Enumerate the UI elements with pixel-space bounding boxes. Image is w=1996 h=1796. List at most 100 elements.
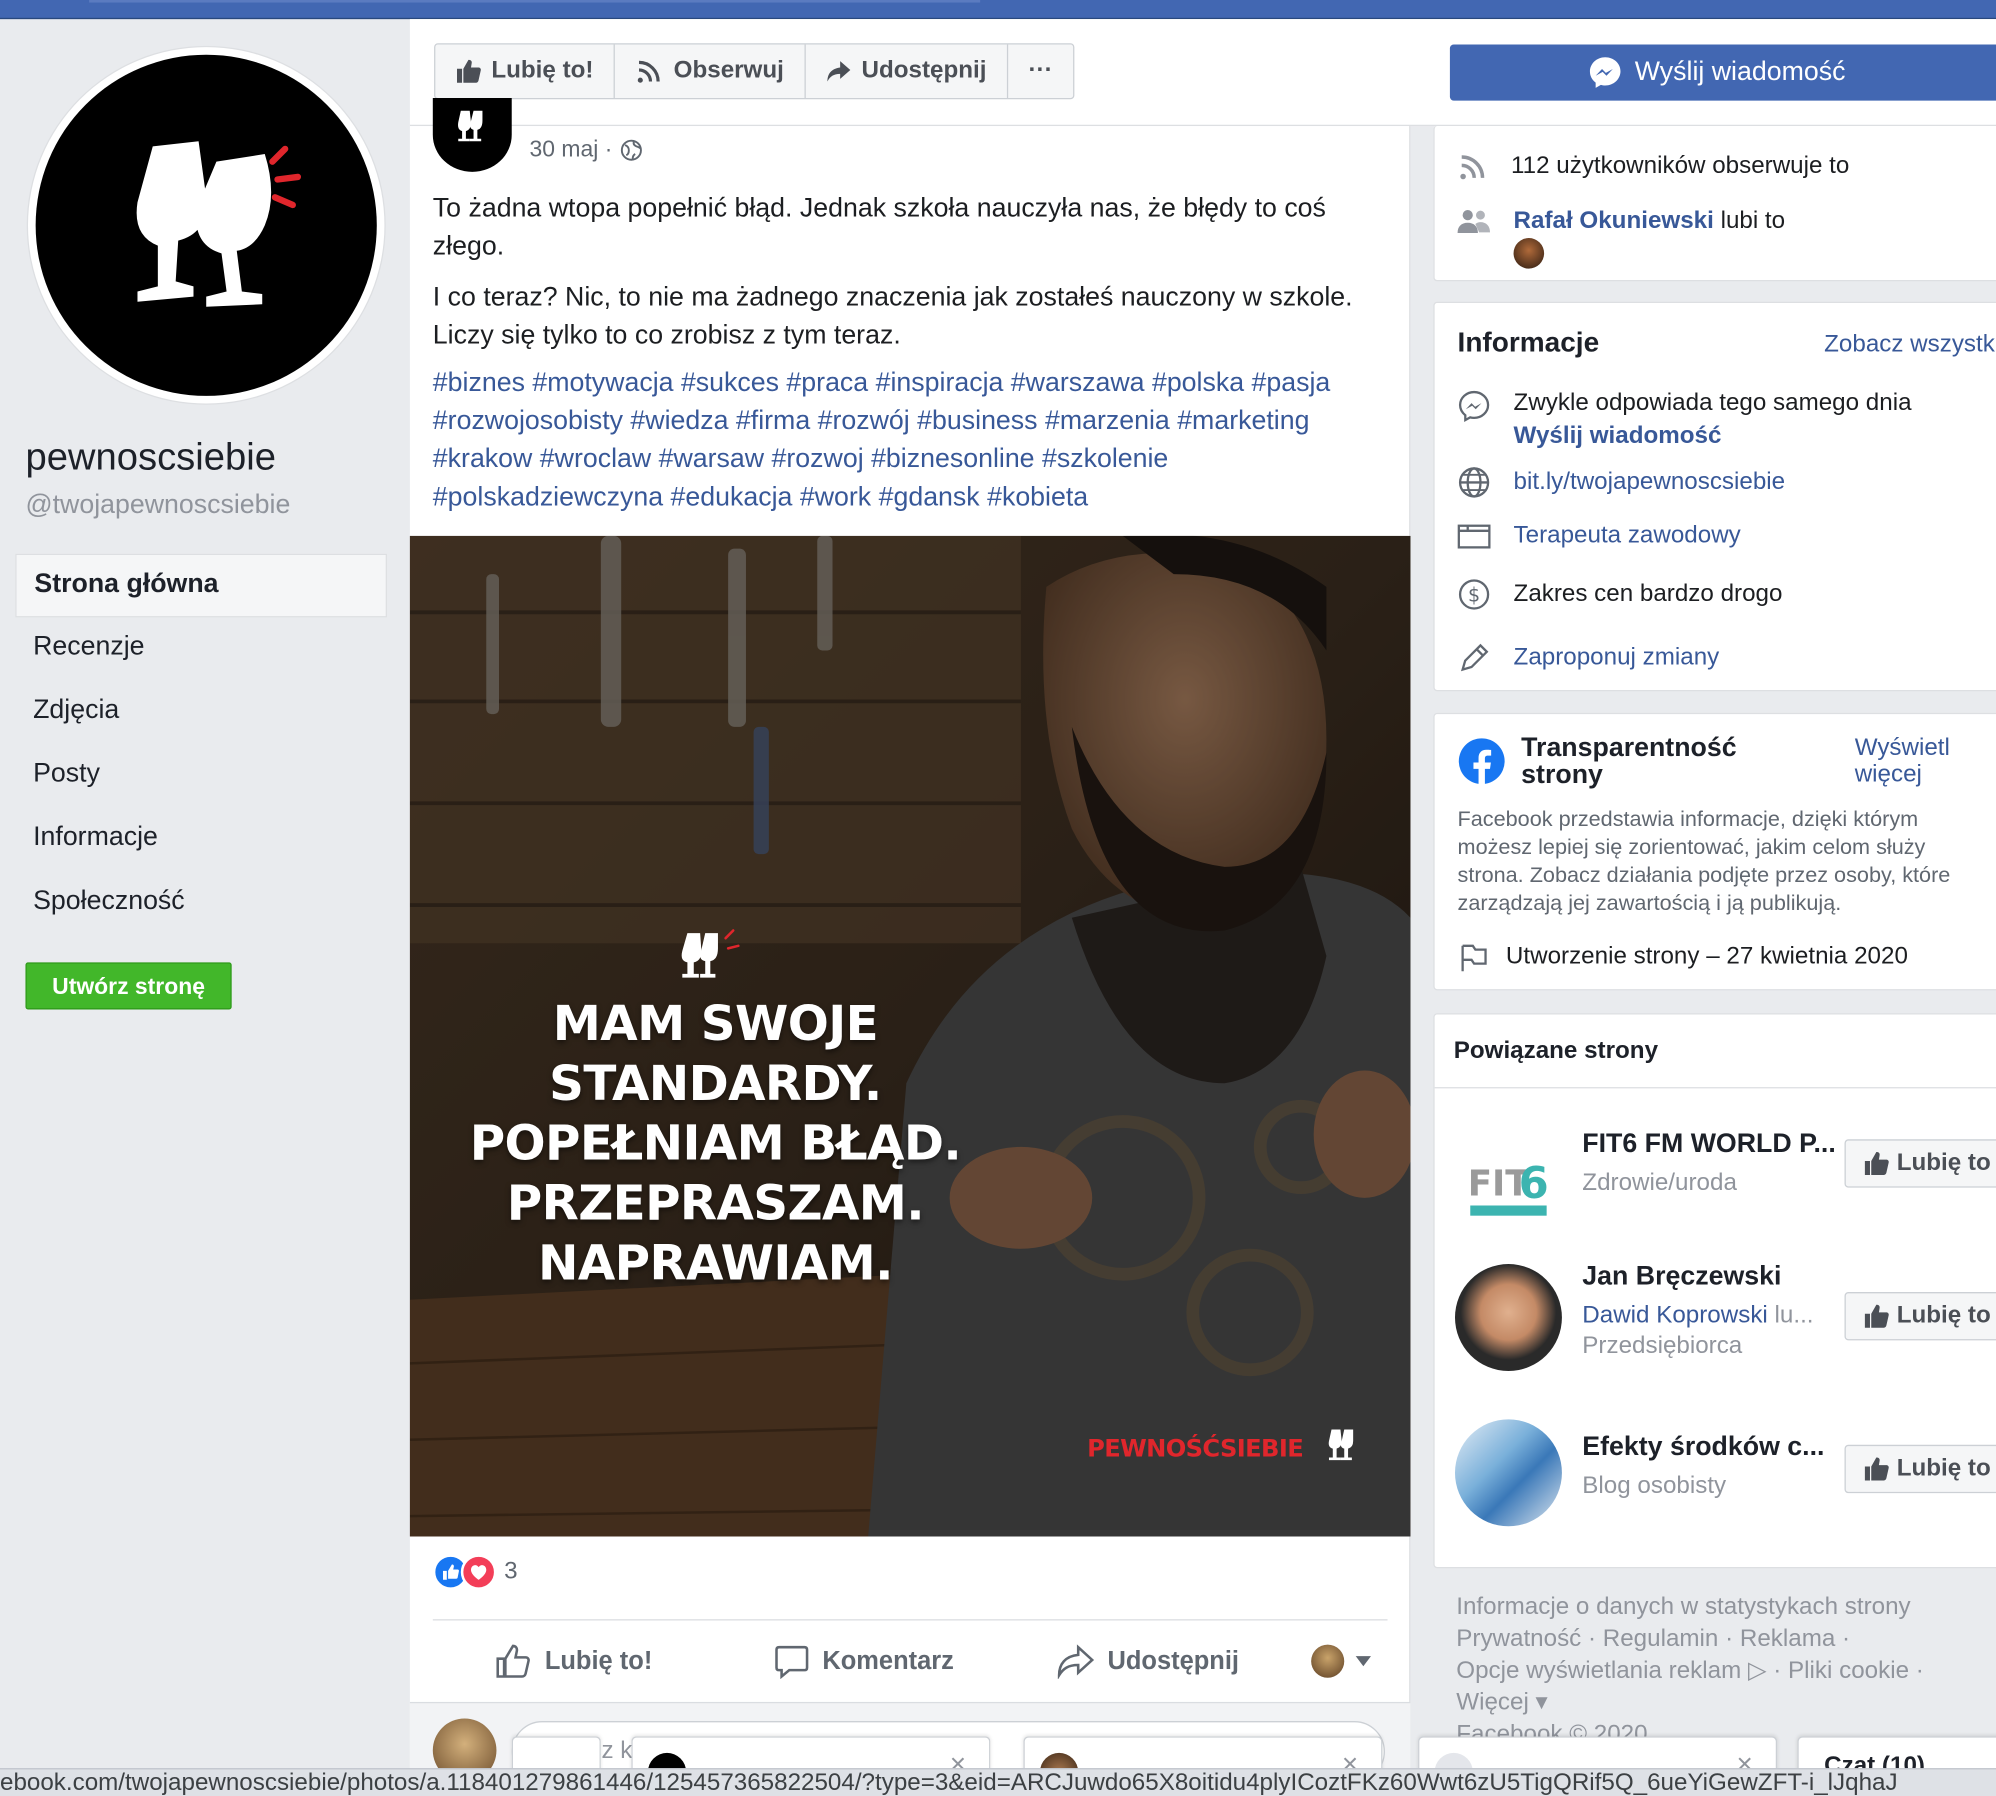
browser-status-bar: ebook.com/twojapewnoscsiebie/photos/a.11… [0, 1768, 1996, 1796]
like-page-label: Lubię to! [491, 57, 594, 85]
post-author-avatar[interactable] [432, 98, 512, 172]
dollar-icon: $ [1458, 579, 1490, 610]
liker-avatar[interactable] [1513, 238, 1545, 269]
liker-suffix: lubi to [1720, 207, 1786, 235]
likes-row: Rafał Okuniewski lubi to [1457, 207, 1786, 269]
suggest-edits-link[interactable]: Zaproponuj zmiany [1514, 644, 1720, 672]
post-comment-label: Komentarz [822, 1646, 954, 1675]
related-like-button[interactable]: Lubię to [1844, 1139, 1996, 1188]
info-title: Informacje [1457, 325, 1600, 358]
send-message-label: Wyślij wiadomość [1634, 57, 1846, 87]
globe-icon [620, 139, 642, 161]
rss-icon [1460, 155, 1485, 180]
post-action-bar: Lubię to! Komentarz Udostępnij [433, 1623, 1388, 1699]
related-page-name[interactable]: Jan Bręczewski [1582, 1262, 1813, 1293]
related-page-photo [1454, 1264, 1562, 1371]
post-like-button[interactable]: Lubię to! [494, 1642, 652, 1680]
transparency-text: Facebook przedstawia informacje, dzięki … [1457, 807, 1951, 916]
people-icon [1457, 210, 1490, 233]
footer-link[interactable]: Prywatność · Regulamin · Reklama · [1456, 1623, 1991, 1655]
nav-item-community[interactable]: Społeczność [15, 872, 387, 936]
rss-icon [638, 60, 660, 83]
reaction-summary[interactable]: 3 [432, 1554, 518, 1590]
send-message-button[interactable]: Wyślij wiadomość [1449, 44, 1996, 101]
fit6-logo: FIT 6 [1454, 1124, 1562, 1231]
page-action-bar: Lubię to! Obserwuj Udostępnij ··· Wyślij… [409, 19, 1996, 127]
post-photo[interactable]: MAM SWOJE STANDARDY. POPEŁNIAM BŁĄD. PRZ… [409, 535, 1411, 1537]
thumbs-up-icon [1864, 1304, 1889, 1328]
post-like-label: Lubię to! [544, 1646, 653, 1675]
page-nav: Strona główna Recenzje Zdjęcia Posty Inf… [15, 553, 387, 936]
category-link[interactable]: Terapeuta zawodowy [1514, 522, 1741, 550]
page-name[interactable]: pewnoscsiebie [25, 437, 276, 480]
creation-date-row: Utworzenie strony – 27 kwietnia 2020 [1458, 941, 1908, 974]
page-avatar[interactable] [28, 47, 385, 404]
liker-name-link[interactable]: Rafał Okuniewski [1514, 207, 1714, 234]
messenger-icon [1590, 57, 1621, 88]
related-page-item[interactable]: Jan Bręczewski Dawid Koprowski lu... Prz… [1454, 1262, 1814, 1371]
thumbs-up-icon [1864, 1152, 1889, 1175]
create-page-button[interactable]: Utwórz stronę [25, 962, 232, 1010]
messenger-icon [1458, 390, 1490, 423]
related-page-item[interactable]: FIT 6 FIT6 FM WORLD P... Zdrowie/uroda [1454, 1124, 1836, 1231]
nav-item-reviews[interactable]: Recenzje [15, 617, 387, 681]
transparency-title: Transparentność strony [1521, 733, 1737, 790]
post-hashtags[interactable]: #biznes #motywacja #sukces #praca #inspi… [433, 364, 1388, 517]
share-page-label: Udostępnij [861, 57, 987, 85]
quote-line: NAPRAWIAM. [537, 1234, 893, 1291]
nav-item-photos[interactable]: Zdjęcia [15, 681, 387, 745]
footer-link[interactable]: Opcje wyświetlania reklam ▷ · Pliki cook… [1456, 1655, 1991, 1687]
top-bar [0, 0, 1996, 20]
post-share-button[interactable]: Udostępnij [1057, 1643, 1239, 1680]
more-options-button[interactable]: ··· [1008, 45, 1073, 98]
related-like-label: Lubię to [1896, 1454, 1991, 1482]
transparency-card: Transparentność strony Wyświetl więcej F… [1433, 712, 1996, 991]
share-icon [827, 61, 851, 82]
website-link[interactable]: bit.ly/twojapewnoscsiebie [1514, 468, 1786, 496]
quote-line: PRZEPRASZAM. [506, 1174, 925, 1231]
related-title: Powiązane strony [1453, 1037, 1659, 1065]
share-page-button[interactable]: Udostępnij [806, 44, 1009, 99]
info-send-message-link[interactable]: Wyślij wiadomość [1514, 420, 1912, 453]
pencil-icon [1460, 643, 1489, 672]
followers-count: 112 użytkowników obserwuje to [1511, 152, 1850, 180]
related-pages-card: Powiązane strony FIT 6 FIT6 FM WORLD P...… [1433, 1013, 1996, 1569]
transparency-more-link[interactable]: Wyświetl więcej [1855, 734, 1982, 787]
post-paragraph: I co teraz? Nic, to nie ma żadnego znacz… [432, 282, 1353, 351]
related-page-photo [1454, 1419, 1562, 1527]
related-page-item[interactable]: Efekty środków c... Blog osobisty [1454, 1419, 1824, 1527]
glasses-logo-icon [458, 110, 483, 142]
nav-item-posts[interactable]: Posty [15, 745, 387, 809]
related-page-name[interactable]: Efekty środków c... [1582, 1432, 1824, 1463]
post-as-selector[interactable] [1311, 1644, 1372, 1678]
post-comment-button[interactable]: Komentarz [774, 1643, 954, 1680]
footer-link[interactable]: Informacje o danych w statystykach stron… [1456, 1591, 1991, 1623]
glasses-logo-icon [1328, 1429, 1354, 1461]
quote-line: MAM SWOJE [552, 995, 879, 1052]
caret-down-icon [1355, 1656, 1371, 1667]
related-friend-link[interactable]: Dawid Koprowski [1582, 1302, 1768, 1329]
share-icon [1057, 1644, 1095, 1680]
related-like-button[interactable]: Lubię to [1844, 1444, 1996, 1494]
website-row: bit.ly/twojapewnoscsiebie [1458, 466, 1786, 499]
related-page-name[interactable]: FIT6 FM WORLD P... [1582, 1129, 1835, 1160]
nav-item-home[interactable]: Strona główna [15, 553, 387, 618]
folder-icon [1457, 524, 1491, 549]
nav-item-about[interactable]: Informacje [15, 808, 387, 872]
follow-button[interactable]: Obserwuj [615, 44, 806, 99]
reaction-count: 3 [504, 1558, 518, 1585]
followers-row: 112 użytkowników obserwuje to [1458, 151, 1850, 182]
related-page-category: Przedsiębiorca [1582, 1332, 1743, 1360]
like-page-button[interactable]: Lubię to! [435, 44, 616, 99]
see-all-link[interactable]: Zobacz wszystk [1824, 331, 1995, 359]
post-timestamp[interactable]: 30 maj · [530, 136, 643, 163]
thumbs-up-icon [496, 1644, 530, 1678]
related-like-button[interactable]: Lubię to [1844, 1292, 1996, 1341]
comment-icon [775, 1645, 809, 1680]
footer-link[interactable]: Więcej ▾ [1456, 1687, 1991, 1719]
thumbs-up-icon [1864, 1457, 1889, 1481]
info-card: Informacje Zobacz wszystk Zwykle odpowia… [1433, 301, 1996, 692]
price-row: $ Zakres cen bardzo drogo [1458, 578, 1782, 611]
post-paragraph: To żadna wtopa popełnić błąd. Jednak szk… [432, 193, 1326, 261]
svg-text:6: 6 [1519, 1159, 1549, 1209]
